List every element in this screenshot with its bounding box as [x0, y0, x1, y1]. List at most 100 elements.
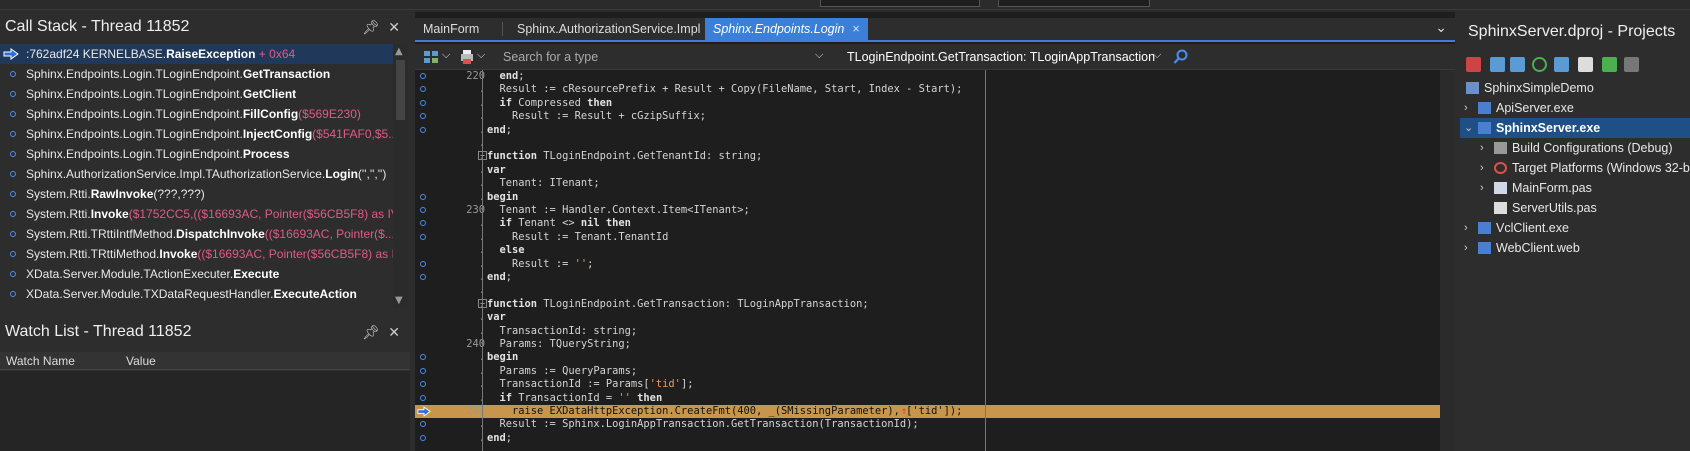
code-line[interactable]: .−function TLoginEndpoint.GetTenantId: s… [415, 150, 1440, 163]
chevron-right-icon[interactable]: › [1464, 98, 1468, 118]
method-selector[interactable]: TLoginEndpoint.GetTransaction: TLoginApp… [837, 47, 1163, 67]
breakpoint-gutter-dot-icon[interactable] [420, 274, 426, 280]
code-line[interactable]: . TransactionId := Params['tid']; [415, 378, 1440, 391]
pin-icon[interactable]: 📌︎ [362, 317, 380, 347]
code-line[interactable]: .end; [415, 432, 1440, 445]
tree-node[interactable]: ServerUtils.pas [1460, 198, 1690, 218]
call-stack-frame[interactable]: System.Rtti.RawInvoke(???,???) [0, 184, 393, 204]
code-line[interactable]: . if Compressed then [415, 97, 1440, 110]
toolbar-combo-2[interactable] [998, 0, 1150, 7]
code-line[interactable]: . Result := ''; [415, 258, 1440, 271]
code-line[interactable]: .end; [415, 124, 1440, 137]
close-icon[interactable]: ✕ [388, 317, 400, 347]
tab-endpoints-login[interactable]: Sphinx.Endpoints.Login × [705, 18, 868, 40]
call-stack-frame[interactable]: Sphinx.Endpoints.Login.TLoginEndpoint.Pr… [0, 144, 393, 164]
tree-node[interactable]: › ApiServer.exe [1460, 98, 1690, 118]
search-icon[interactable] [1173, 49, 1189, 65]
code-line[interactable]: . [415, 445, 1440, 451]
tree-node[interactable]: › VclClient.exe [1460, 218, 1690, 238]
chevron-down-icon[interactable]: ⌵ [442, 48, 450, 62]
code-line[interactable]: . if TransactionId = '' then [415, 392, 1440, 405]
print-icon[interactable] [459, 49, 475, 65]
code-line[interactable]: .begin [415, 191, 1440, 204]
code-line[interactable]: .var [415, 311, 1440, 324]
code-line[interactable]: . else [415, 244, 1440, 257]
code-line[interactable]: . Params := QueryParams; [415, 365, 1440, 378]
code-line[interactable]: 230 Tenant := Handler.Context.Item<ITena… [415, 204, 1440, 217]
call-stack-frame[interactable]: Sphinx.Endpoints.Login.TLoginEndpoint.Fi… [0, 104, 393, 124]
tree-node[interactable]: › WebClient.web [1460, 238, 1690, 258]
breakpoint-gutter-dot-icon[interactable] [420, 193, 426, 200]
code-scrollbar[interactable] [1440, 70, 1455, 451]
call-stack-frame[interactable]: System.Rtti.TRttiMethod.Invoke(($16693AC… [0, 244, 393, 264]
chevron-down-icon[interactable]: ⌄ [1464, 118, 1473, 138]
toolbar-combo-1[interactable] [820, 0, 980, 7]
code-line[interactable]: .end; [415, 271, 1440, 284]
code-line[interactable]: . Result := Sphinx.LoginAppTransaction.G… [415, 418, 1440, 431]
tab-authorization-service[interactable]: Sphinx.AuthorizationService.Impl [509, 18, 708, 40]
code-line[interactable]: . Tenant: ITenant; [415, 177, 1440, 190]
chevron-right-icon[interactable]: › [1480, 178, 1484, 198]
run-icon[interactable] [1602, 57, 1617, 72]
chevron-down-icon[interactable]: ⌵ [1153, 48, 1161, 62]
code-line[interactable]: 220 end; [415, 70, 1440, 83]
breakpoint-gutter-dot-icon[interactable] [420, 207, 426, 213]
call-stack-scrollbar[interactable]: ▲ ▼ [393, 44, 408, 308]
breakpoint-gutter-dot-icon[interactable] [420, 434, 426, 441]
structure-view-icon[interactable] [423, 49, 439, 65]
scroll-up-icon[interactable]: ▲ [395, 46, 403, 57]
tree-node[interactable]: SphinxSimpleDemo [1460, 78, 1690, 98]
breakpoint-gutter-dot-icon[interactable] [420, 367, 426, 374]
tree-node[interactable]: › Build Configurations (Debug) [1460, 138, 1690, 158]
breakpoint-gutter-dot-icon[interactable] [420, 86, 426, 93]
code-line[interactable]: .var [415, 164, 1440, 177]
add-new-icon[interactable] [1490, 57, 1505, 72]
code-line[interactable]: . TransactionId: string; [415, 325, 1440, 338]
call-stack-frame[interactable]: System.Rtti.Invoke($1752CC5,(($16693AC, … [0, 204, 393, 224]
breakpoint-gutter-dot-icon[interactable] [420, 113, 426, 120]
refresh-icon[interactable] [1532, 57, 1547, 72]
chevron-right-icon[interactable]: › [1464, 218, 1468, 238]
watch-value-column[interactable]: Value [126, 354, 156, 368]
call-stack-frame[interactable]: :762adf24 KERNELBASE.RaiseException + 0x… [0, 44, 393, 64]
call-stack-frame[interactable]: XData.Server.Module.TXDataRequestHandler… [0, 284, 393, 304]
call-stack-frame[interactable]: Sphinx.AuthorizationService.Impl.TAuthor… [0, 164, 393, 184]
code-line[interactable]: . [415, 137, 1440, 150]
chevron-right-icon[interactable]: › [1464, 238, 1468, 258]
code-line[interactable]: . [415, 284, 1440, 297]
code-line[interactable]: . if Tenant <> nil then [415, 217, 1440, 230]
tab-mainform[interactable]: MainForm [415, 18, 487, 40]
options-icon[interactable] [1554, 57, 1569, 72]
breakpoint-gutter-dot-icon[interactable] [420, 220, 426, 227]
scroll-down-icon[interactable]: ▼ [395, 295, 403, 306]
type-search-input[interactable] [485, 47, 825, 67]
close-icon[interactable]: ✕ [388, 12, 400, 42]
call-stack-frame[interactable]: XData.Server.Module.TActionExecuter.Exec… [0, 264, 393, 284]
scroll-thumb[interactable] [396, 60, 405, 120]
code-line[interactable]: . Result := Tenant.TenantId [415, 231, 1440, 244]
breakpoint-gutter-dot-icon[interactable] [420, 421, 426, 428]
chevron-down-icon[interactable]: ⌵ [815, 48, 823, 62]
breakpoint-gutter-dot-icon[interactable] [420, 99, 426, 106]
call-stack-frame[interactable]: System.Rtti.TRttiIntfMethod.DispatchInvo… [0, 224, 393, 244]
breakpoint-gutter-dot-icon[interactable] [420, 260, 426, 267]
add-existing-icon[interactable] [1510, 57, 1525, 72]
breakpoint-gutter-dot-icon[interactable] [420, 394, 426, 401]
code-line[interactable]: . Result := cResourcePrefix + Result + C… [415, 83, 1440, 96]
chevron-down-icon[interactable]: ⌄ [1435, 20, 1447, 36]
call-stack-frame[interactable]: Sphinx.Endpoints.Login.TLoginEndpoint.In… [0, 124, 393, 144]
chevron-right-icon[interactable]: › [1480, 138, 1484, 158]
call-stack-frame[interactable]: Sphinx.Endpoints.Login.TLoginEndpoint.Ge… [0, 84, 393, 104]
code-line[interactable]: 240 Params: TQueryString; [415, 338, 1440, 351]
breakpoint-gutter-dot-icon[interactable] [420, 233, 426, 240]
code-area[interactable]: 220 end;. Result := cResourcePrefix + Re… [415, 70, 1455, 451]
chevron-right-icon[interactable]: › [1480, 158, 1484, 178]
code-line[interactable]: . Result := Result + cGzipSuffix; [415, 110, 1440, 123]
code-line[interactable]: .−function TLoginEndpoint.GetTransaction… [415, 298, 1440, 311]
execution-line[interactable]: 245 raise EXDataHttpException.CreateFmt(… [415, 405, 1440, 418]
more-icon[interactable] [1624, 57, 1639, 72]
pin-icon[interactable]: 📌︎ [362, 12, 380, 42]
tree-node[interactable]: › Target Platforms (Windows 32-bit) [1460, 158, 1690, 178]
breakpoint-gutter-dot-icon[interactable] [420, 73, 426, 79]
breakpoint-gutter-dot-icon[interactable] [420, 354, 426, 361]
